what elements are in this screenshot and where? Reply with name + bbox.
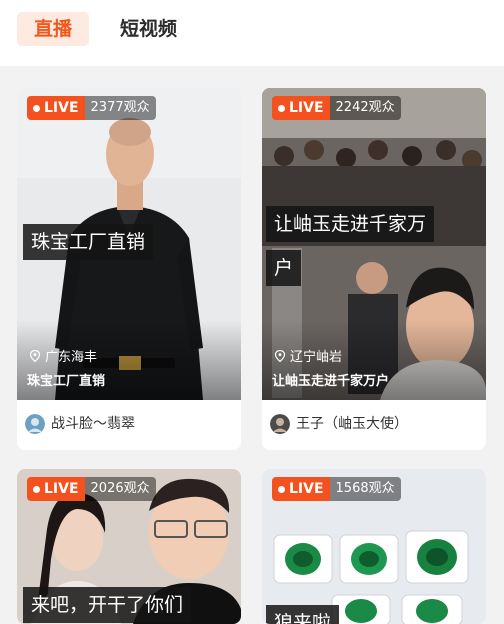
live-badge: LIVE 1568观众 — [272, 477, 401, 501]
live-card[interactable]: LIVE 1568观众 狼来啦 — [262, 469, 486, 624]
stream-title: 让岫玉走进千家万户 — [272, 374, 390, 389]
avatar[interactable] — [270, 414, 290, 434]
live-card[interactable]: LIVE 2242观众 让岫玉走进千家万 户 辽宁岫岩 让岫玉走进千家万户 王子… — [262, 88, 486, 450]
stream-title: 珠宝工厂直销 — [27, 374, 106, 389]
card-footer: 战斗脸～翡翠 — [17, 400, 241, 450]
location-pin-icon — [274, 349, 286, 362]
location-pin-icon — [29, 349, 41, 362]
stream-caption-line2: 户 — [266, 250, 302, 286]
viewer-count: 1568观众 — [329, 477, 401, 501]
live-badge: LIVE 2026观众 — [27, 477, 156, 501]
live-card[interactable]: LIVE 2377观众 珠宝工厂直销 广东海丰 珠宝工厂直销 战斗脸～翡翠 — [17, 88, 241, 450]
live-card[interactable]: LIVE 2026观众 来吧，开干了你们 — [17, 469, 241, 624]
stream-location: 广东海丰 — [29, 346, 97, 365]
avatar[interactable] — [25, 414, 45, 434]
tab-short-video[interactable]: 短视频 — [120, 12, 177, 46]
live-dot-icon — [33, 104, 40, 112]
card-footer: 王子（岫玉大使） — [262, 400, 486, 450]
live-dot-icon — [33, 485, 40, 493]
live-dot-icon — [278, 104, 285, 112]
live-badge: LIVE 2242观众 — [272, 96, 401, 120]
viewer-count: 2377观众 — [84, 96, 156, 120]
stream-caption: 狼来啦 — [266, 605, 340, 624]
author-name[interactable]: 王子（岫玉大使） — [296, 414, 408, 434]
stream-caption: 来吧，开干了你们 — [23, 587, 192, 623]
stream-caption: 珠宝工厂直销 — [23, 224, 154, 260]
tab-bar: 直播 短视频 — [0, 0, 504, 66]
viewer-count: 2242观众 — [329, 96, 401, 120]
live-grid: LIVE 2377观众 珠宝工厂直销 广东海丰 珠宝工厂直销 战斗脸～翡翠 LI… — [0, 66, 504, 624]
tab-live[interactable]: 直播 — [17, 12, 89, 46]
viewer-count: 2026观众 — [84, 477, 156, 501]
live-dot-icon — [278, 485, 285, 493]
stream-caption-line1: 让岫玉走进千家万 — [266, 206, 435, 242]
live-badge: LIVE 2377观众 — [27, 96, 156, 120]
stream-location: 辽宁岫岩 — [274, 346, 342, 365]
author-name[interactable]: 战斗脸～翡翠 — [51, 414, 135, 434]
